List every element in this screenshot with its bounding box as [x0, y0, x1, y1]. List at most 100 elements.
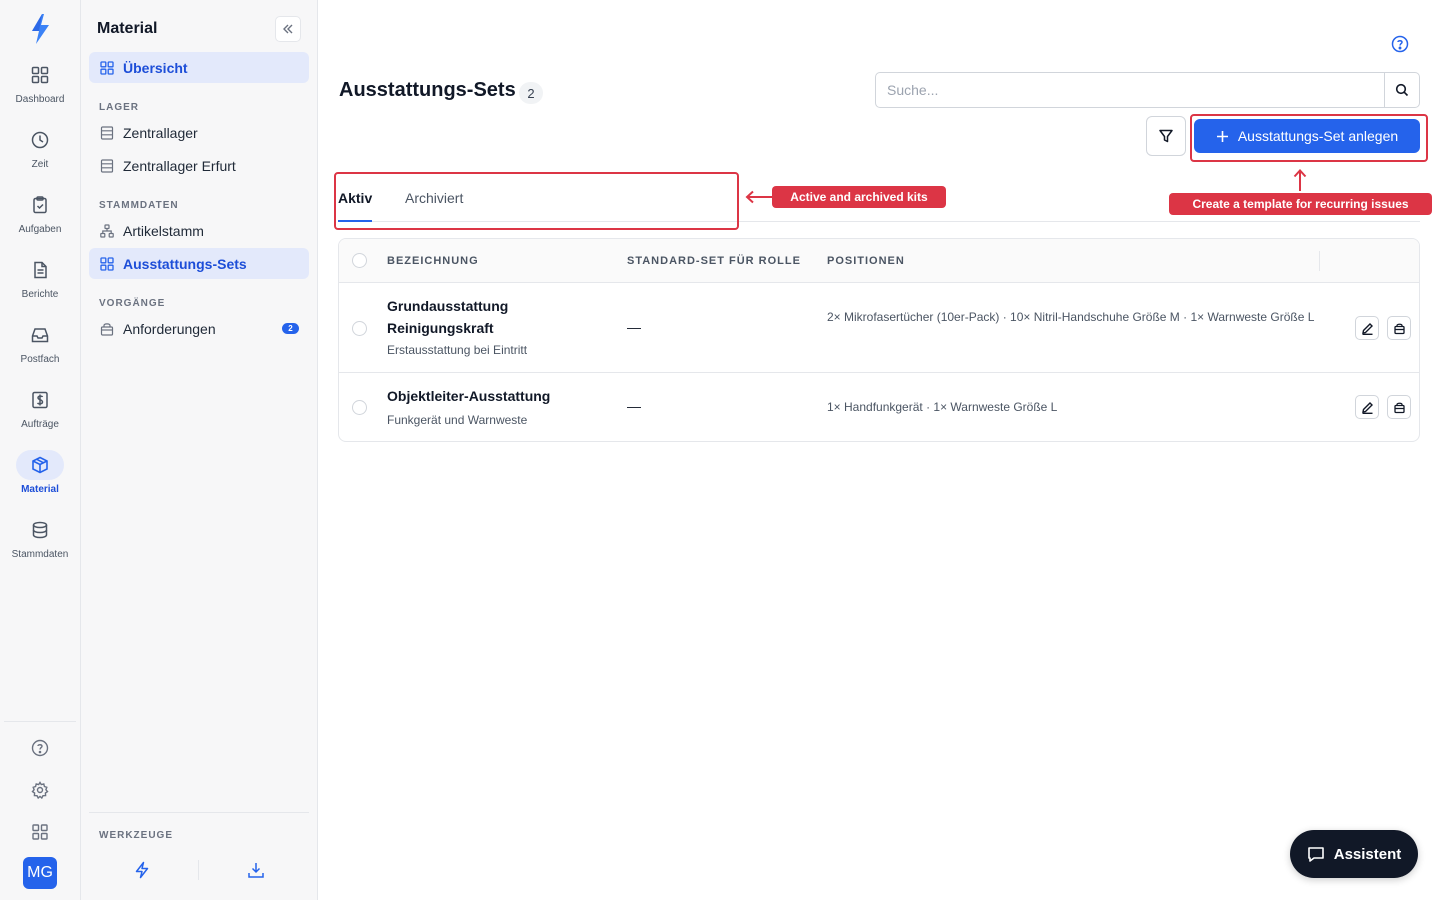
material-sidebar: Material Übersicht LAGER Zentrallager Ze… [81, 0, 318, 900]
dollar-icon [16, 385, 64, 415]
filter-icon [1159, 129, 1173, 143]
warehouse-icon [100, 125, 114, 140]
page-help-icon[interactable] [1390, 34, 1410, 54]
column-separator [1319, 251, 1320, 271]
set-name: Objektleiter-Ausstattung [387, 388, 551, 404]
archive-button[interactable] [1387, 316, 1411, 340]
set-positions: 1× Handfunkgerät · 1× Warnweste Größe L [827, 400, 1058, 414]
apps-grid-icon[interactable] [28, 820, 52, 844]
rail-label: Dashboard [15, 94, 65, 105]
sidebar-item-label: Zentrallager [123, 124, 198, 141]
help-icon[interactable] [28, 736, 52, 760]
sidebar-item-anforderungen[interactable]: Anforderungen 2 [89, 313, 309, 344]
download-icon[interactable] [244, 858, 268, 882]
sidebar-item-label: Ausstattungs-Sets [123, 255, 247, 272]
sidebar-item-label: Übersicht [123, 59, 188, 76]
rail-item-postfach[interactable]: Postfach [0, 320, 80, 376]
rail-label: Material [21, 484, 59, 495]
clock-icon [16, 125, 64, 155]
sidebar-item-zentrallager-erfurt[interactable]: Zentrallager Erfurt [89, 150, 309, 181]
sidebar-item-ausstattungs-sets[interactable]: Ausstattungs-Sets [89, 248, 309, 279]
edit-button[interactable] [1355, 316, 1379, 340]
rail-item-stammdaten[interactable]: Stammdaten [0, 515, 80, 571]
lock-bag-icon [100, 322, 114, 336]
set-description: Funkgerät und Warnweste [387, 413, 528, 427]
search-button[interactable] [1384, 73, 1419, 107]
table-row[interactable]: Objektleiter-Ausstattung Funkgerät und W… [339, 373, 1419, 441]
sets-count-badge: 2 [519, 82, 543, 104]
annotation-arrow-left-icon [745, 190, 773, 204]
column-header[interactable]: BEZEICHNUNG [387, 255, 479, 267]
sidebar-item-label: Anforderungen [123, 320, 216, 337]
pencil-icon [1361, 401, 1373, 414]
collapse-sidebar-button[interactable] [275, 16, 301, 42]
anforderungen-count-badge: 2 [282, 323, 299, 334]
sidebar-item-zentrallager[interactable]: Zentrallager [89, 117, 309, 148]
lightning-icon[interactable] [130, 858, 154, 882]
document-icon [16, 255, 64, 285]
column-header[interactable]: STANDARD-SET FÜR ROLLE [627, 255, 801, 267]
app-logo-icon[interactable] [26, 12, 54, 46]
icon-rail: Dashboard Zeit Aufgaben Berichte Postfac… [0, 0, 81, 900]
search-icon [1395, 83, 1409, 97]
section-vorgaenge: VORGÄNGE [99, 298, 166, 309]
box-icon [16, 450, 64, 480]
sidebar-item-uebersicht[interactable]: Übersicht [89, 52, 309, 83]
rail-label: Zeit [31, 159, 49, 170]
create-highlight-box [1190, 114, 1428, 162]
assistant-button[interactable]: Assistent [1290, 830, 1418, 878]
table-header: BEZEICHNUNG STANDARD-SET FÜR ROLLE POSIT… [339, 239, 1419, 283]
tabs-annotation-label: Active and archived kits [772, 186, 946, 208]
dashboard-icon [16, 60, 64, 90]
hierarchy-icon [100, 223, 114, 238]
row-checkbox[interactable] [352, 321, 367, 336]
create-annotation-label: Create a template for recurring issues [1169, 193, 1432, 215]
rail-item-dashboard[interactable]: Dashboard [0, 60, 80, 116]
inbox-icon [16, 320, 64, 350]
table-row[interactable]: Grundausstattung Reinigungskraft Erstaus… [339, 283, 1419, 373]
annotation-arrow-up-icon [1293, 169, 1307, 191]
set-name: Grundausstattung Reinigungskraft [387, 298, 509, 336]
section-stammdaten: STAMMDATEN [99, 200, 179, 211]
sidebar-item-label: Zentrallager Erfurt [123, 157, 236, 174]
sidebar-item-label: Artikelstamm [123, 222, 204, 239]
section-lager: LAGER [99, 102, 139, 113]
warehouse-icon [100, 158, 114, 173]
grid-icon [100, 60, 114, 75]
rail-item-auftraege[interactable]: Aufträge [0, 385, 80, 441]
sidebar-item-artikelstamm[interactable]: Artikelstamm [89, 215, 309, 246]
chat-bubble-icon [1307, 845, 1325, 863]
grid-icon [100, 256, 114, 271]
user-avatar[interactable]: MG [23, 857, 57, 889]
set-role: — [627, 319, 641, 335]
tools-label: WERKZEUGE [99, 830, 173, 841]
filter-button[interactable] [1146, 116, 1186, 156]
select-all-checkbox[interactable] [352, 253, 367, 268]
edit-button[interactable] [1355, 395, 1379, 419]
rail-label: Postfach [20, 354, 60, 365]
rail-label: Aufgaben [18, 224, 62, 235]
rail-item-aufgaben[interactable]: Aufgaben [0, 190, 80, 246]
double-chevron-left-icon [283, 24, 293, 34]
assistant-label: Assistent [1333, 845, 1402, 863]
rail-label: Berichte [21, 289, 59, 300]
set-description: Erstausstattung bei Eintritt [387, 343, 528, 357]
tools-separator [198, 860, 199, 880]
rail-item-material[interactable]: Material [0, 450, 80, 506]
column-header[interactable]: POSITIONEN [827, 255, 905, 267]
archive-icon [1393, 323, 1405, 334]
row-checkbox[interactable] [352, 400, 367, 415]
set-positions: 2× Mikrofasertücher (10er-Pack) · 10× Ni… [827, 310, 1315, 324]
page-title: Ausstattungs-Sets [339, 79, 516, 101]
rail-item-zeit[interactable]: Zeit [0, 125, 80, 181]
sets-table: BEZEICHNUNG STANDARD-SET FÜR ROLLE POSIT… [338, 238, 1420, 442]
rail-divider [4, 721, 76, 722]
rail-item-berichte[interactable]: Berichte [0, 255, 80, 311]
tabs-highlight-box [334, 172, 739, 230]
archive-button[interactable] [1387, 395, 1411, 419]
search-input[interactable] [876, 73, 1384, 107]
settings-gear-icon[interactable] [28, 778, 52, 802]
set-role: — [627, 398, 641, 414]
rail-label: Aufträge [21, 419, 59, 430]
search-bar [875, 72, 1420, 108]
